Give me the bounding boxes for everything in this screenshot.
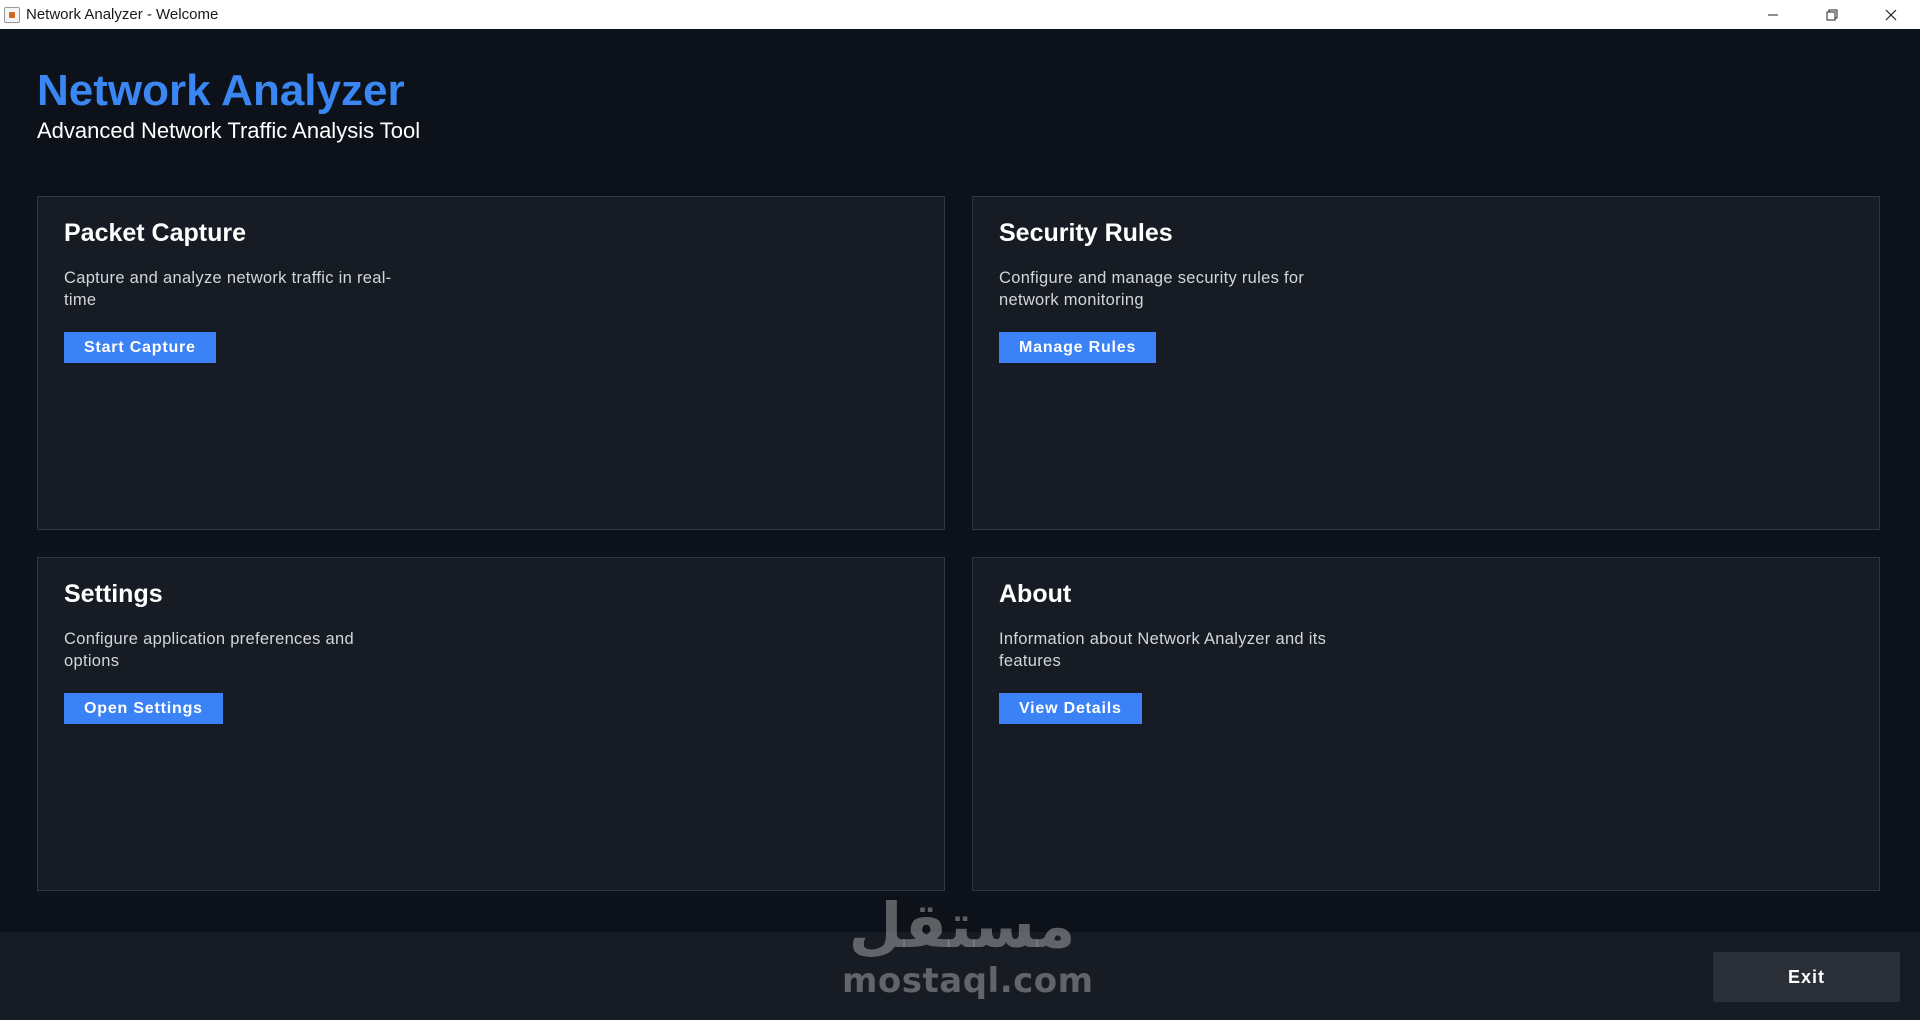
card-title: Security Rules <box>999 219 1173 247</box>
app-subtitle: Advanced Network Traffic Analysis Tool <box>37 118 421 143</box>
open-settings-button[interactable]: Open Settings <box>64 693 223 724</box>
card-title: About <box>999 580 1072 608</box>
app-window: Network Analyzer Advanced Network Traffi… <box>0 29 1920 1020</box>
card-title: Packet Capture <box>64 219 247 247</box>
app-title: Network Analyzer <box>37 66 405 115</box>
window-title: Network Analyzer - Welcome <box>26 6 219 23</box>
java-app-icon <box>4 6 20 23</box>
minimize-icon <box>1767 14 1778 15</box>
card-description: Capture and analyze network traffic in r… <box>64 269 392 309</box>
view-details-button[interactable]: View Details <box>999 693 1142 724</box>
exit-button[interactable]: Exit <box>1713 952 1900 1002</box>
header: Network Analyzer Advanced Network Traffi… <box>37 65 420 145</box>
minimize-button[interactable] <box>1743 0 1802 29</box>
card-security-rules: Security Rules Configure and manage secu… <box>972 196 1880 530</box>
restore-icon <box>1826 9 1837 20</box>
card-description: Configure and manage security rules for … <box>999 269 1305 309</box>
close-button[interactable] <box>1861 0 1920 29</box>
card-title: Settings <box>64 580 163 608</box>
window-titlebar: Network Analyzer - Welcome <box>0 0 1920 30</box>
card-settings: Settings Configure application preferenc… <box>37 557 945 891</box>
card-description: Configure application preferences and op… <box>64 630 354 670</box>
close-icon <box>1885 9 1896 20</box>
card-description: Information about Network Analyzer and i… <box>999 630 1327 670</box>
card-packet-capture: Packet Capture Capture and analyze netwo… <box>37 196 945 530</box>
start-capture-button[interactable]: Start Capture <box>64 332 216 363</box>
manage-rules-button[interactable]: Manage Rules <box>999 332 1157 363</box>
card-about: About Information about Network Analyzer… <box>972 557 1880 891</box>
restore-button[interactable] <box>1802 0 1861 29</box>
window-controls <box>1743 0 1920 29</box>
footer: Exit <box>0 932 1920 1020</box>
